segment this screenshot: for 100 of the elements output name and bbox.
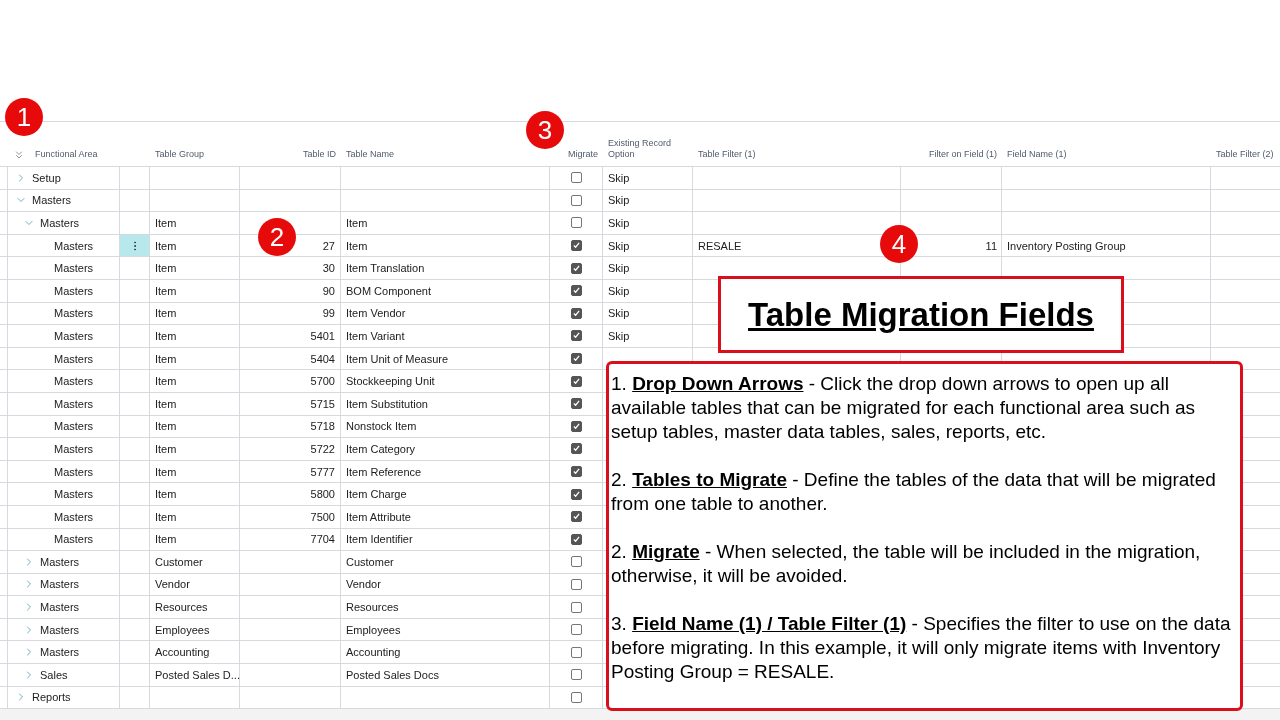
table-cell: Masters [54, 307, 94, 320]
table-cell: 5800 [240, 483, 341, 505]
number-badge: 3 [526, 111, 564, 149]
callout-title: Table Migration Fields [718, 276, 1124, 353]
table-cell: Skip [603, 167, 693, 189]
column-header: Filter on Field (1) [928, 149, 997, 161]
table-cell: Item [150, 257, 240, 279]
table-cell: Reports [32, 691, 71, 704]
table-cell: 5715 [240, 392, 341, 415]
column-header: Migrate [568, 149, 598, 161]
table-cell: Masters [54, 442, 94, 455]
table-cell: Masters [54, 397, 94, 410]
table-cell: Masters [40, 217, 80, 229]
callout-paragraph: 2. Migrate - When selected, the table will be included in the migration, otherwise, it will be avoided. [611, 540, 1202, 588]
table-cell: Item [150, 528, 240, 551]
table-cell: 5718 [240, 415, 341, 438]
table-cell: Masters [54, 329, 94, 342]
table-cell: Skip [603, 212, 693, 234]
table-cell: Posted Sales D... [150, 664, 240, 686]
table-cell: Item [150, 505, 240, 528]
table-cell: Masters [54, 284, 94, 297]
table-cell: Item [150, 370, 240, 392]
table-cell: Skip [603, 279, 693, 302]
table-cell: Item [341, 234, 550, 257]
column-header: Table Group [155, 149, 205, 161]
table-cell: Masters [40, 623, 80, 636]
table-cell: Item [150, 438, 240, 460]
table-cell: Item [150, 415, 240, 438]
table-cell: Item Identifier [341, 528, 550, 551]
table-cell: Masters [54, 465, 94, 478]
table-cell: 90 [240, 279, 341, 302]
table-cell: Item [150, 460, 240, 483]
table-cell: Masters [40, 601, 80, 614]
column-header: Table Filter (2) [1216, 149, 1274, 161]
table-cell: Skip [603, 257, 693, 279]
table-cell: Inventory Posting Group [1007, 239, 1126, 252]
table-cell: Posted Sales Docs [341, 664, 550, 686]
callout-paragraph: 1. Drop Down Arrows - Click the drop down arrows to open up all available tables that can be migrated for each functional area such as setup tables, master data tables, sales, reports, etc. [611, 372, 1197, 444]
table-cell: Sales [40, 668, 68, 681]
table-cell: 5722 [240, 438, 341, 460]
table-cell: Item [150, 325, 240, 347]
table-cell: Accounting [150, 641, 240, 664]
table-cell: 5404 [240, 347, 341, 370]
table-cell: Resources [341, 596, 550, 618]
table-cell: Item [150, 347, 240, 370]
table-cell: 99 [240, 302, 341, 325]
table-cell: Masters [54, 510, 94, 523]
table-cell: Skip [603, 302, 693, 325]
table-cell: Stockkeeping Unit [341, 370, 550, 392]
table-cell: Item Reference [341, 460, 550, 483]
column-header: Field Name (1) [1007, 149, 1067, 161]
table-cell: Customer [341, 551, 550, 573]
table-cell: Masters [32, 194, 72, 207]
table-cell: Accounting [341, 641, 550, 664]
table-cell: 5777 [240, 460, 341, 483]
table-cell: 5700 [240, 370, 341, 392]
table-cell: 7704 [240, 528, 341, 551]
column-header: Table Filter (1) [698, 149, 756, 161]
table-cell: Resources [150, 596, 240, 618]
table-cell: 7500 [240, 505, 341, 528]
table-cell: Masters [54, 262, 94, 275]
table-cell: Item [150, 483, 240, 505]
number-badge: 1 [5, 98, 43, 136]
table-cell: Item [150, 302, 240, 325]
table-cell: Skip [603, 325, 693, 347]
table-cell: Masters [54, 420, 94, 433]
table-cell: Skip [603, 234, 693, 257]
table-cell: Nonstock Item [341, 415, 550, 438]
table-cell: Masters [54, 352, 94, 365]
table-cell: Item Category [341, 438, 550, 460]
column-header: Table ID [302, 149, 336, 161]
table-cell: Item Vendor [341, 302, 550, 325]
column-header: Functional Area [35, 149, 98, 161]
table-cell: Item Translation [341, 257, 550, 279]
table-cell: Employees [150, 618, 240, 641]
table-cell: Employees [341, 618, 550, 641]
table-cell: Item Charge [341, 483, 550, 505]
table-cell: Setup [32, 171, 61, 184]
callout-paragraph: 2. Tables to Migrate - Define the tables of the data that will be migrated from one table to another. [611, 468, 1217, 516]
table-cell: Masters [54, 375, 94, 388]
table-cell: Item Unit of Measure [341, 347, 550, 370]
table-cell: Item Variant [341, 325, 550, 347]
table-cell: 5401 [240, 325, 341, 347]
table-cell: Masters [54, 488, 94, 501]
table-cell: Item [150, 212, 240, 234]
table-cell: RESALE [698, 239, 742, 252]
table-cell: Customer [150, 551, 240, 573]
table-cell: Item [150, 279, 240, 302]
column-header: Existing Record Option [608, 137, 673, 161]
callout-paragraph: 3. Field Name (1) / Table Filter (1) - Specifies the filter to use on the data before migrating. In this example, it will only migrate items with Inventory Posting Group = RESALE. [611, 612, 1232, 684]
table-cell: Vendor [150, 573, 240, 596]
table-cell: BOM Component [341, 279, 550, 302]
table-cell: Vendor [341, 573, 550, 596]
table-cell: 30 [240, 257, 341, 279]
table-cell: Masters [54, 239, 94, 252]
table-cell: Masters [40, 578, 80, 591]
table-cell: Item [341, 212, 550, 234]
table-cell: Item Substitution [341, 392, 550, 415]
column-header: Table Name [346, 149, 395, 161]
table-cell: Masters [54, 533, 94, 546]
